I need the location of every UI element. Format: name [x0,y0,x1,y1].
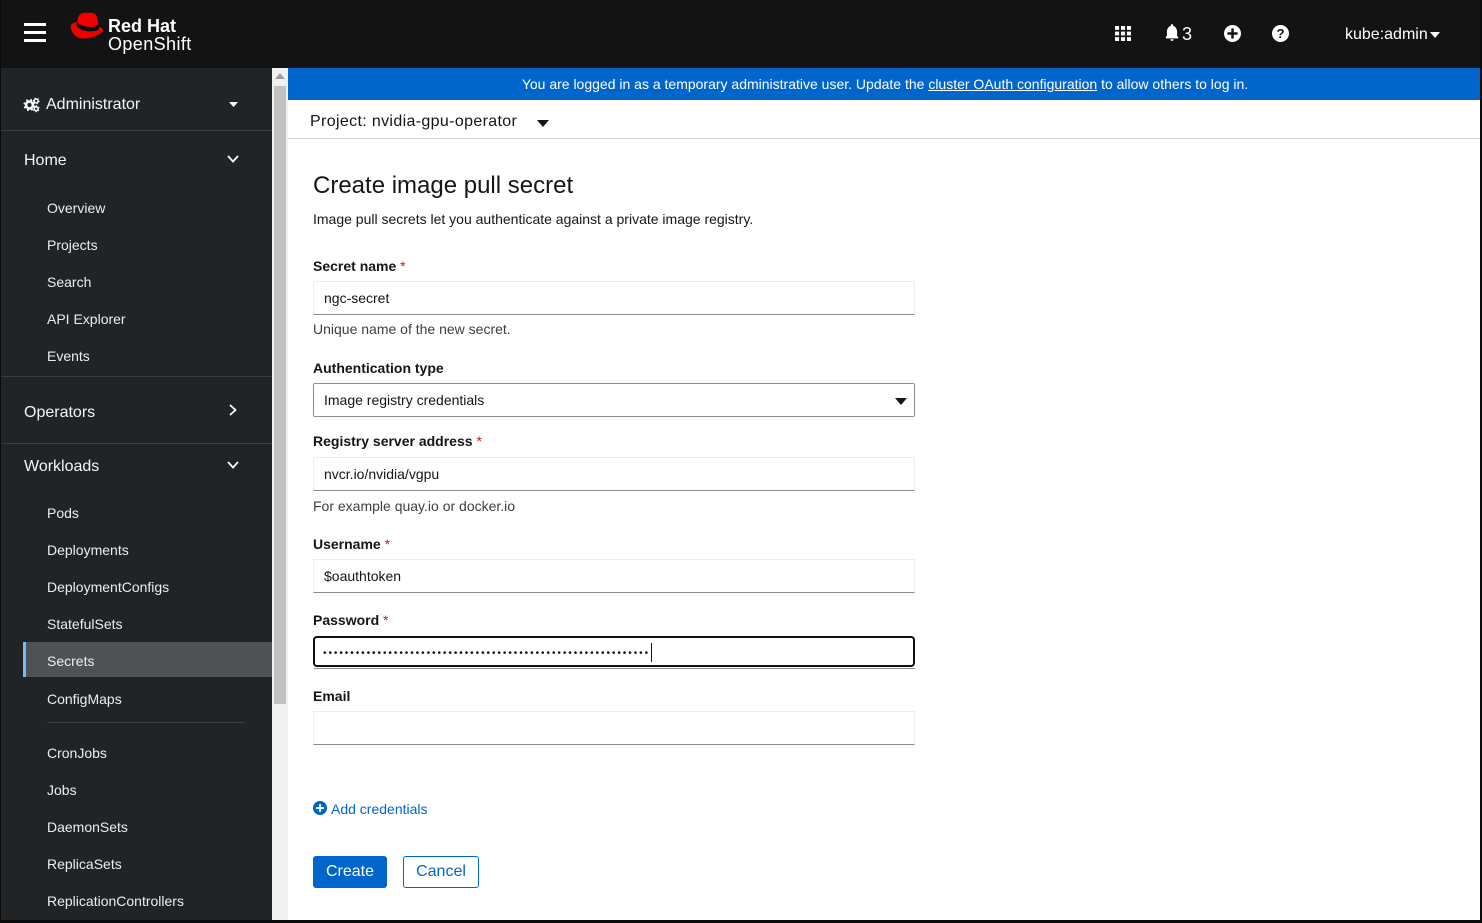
svg-text:?: ? [1276,26,1284,41]
